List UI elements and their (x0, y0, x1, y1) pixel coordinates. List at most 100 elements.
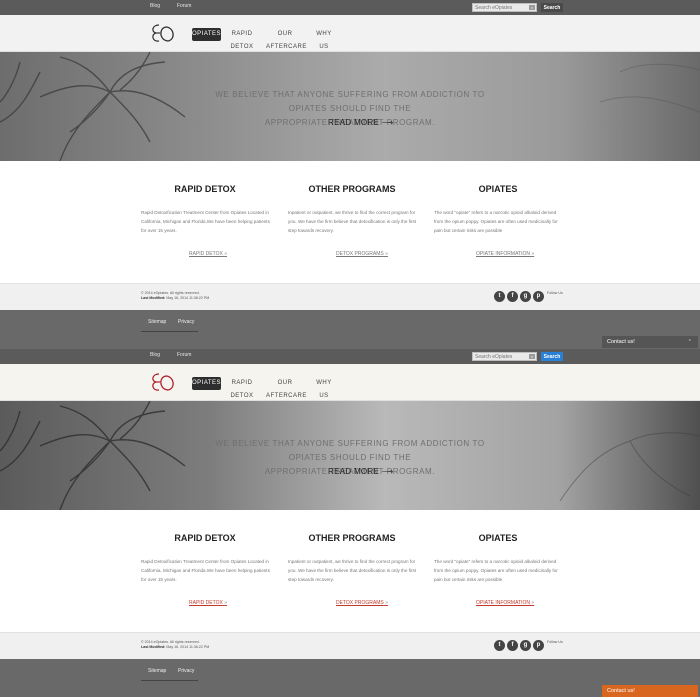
arrow-right-icon: ⟶ (381, 118, 394, 127)
search-button[interactable]: Search (541, 3, 563, 12)
contact-us-tab[interactable]: Contact us! ⌃ (602, 336, 698, 348)
column-title: OPIATES (478, 184, 518, 194)
copyright-block: © 2014 eOpiates. All rights reserved. La… (141, 291, 209, 301)
hero-banner: WE BELIEVE THAT ANYONE SUFFERING FROM AD… (0, 401, 700, 510)
double-chevron-icon: » (531, 251, 535, 257)
search-box: × (472, 352, 537, 361)
column-body: The word "opiate" refers to a narcotic o… (434, 559, 558, 582)
main-navbar: OPIATES RAPID DETOX OUR AFTERCARE WHY US (0, 364, 700, 401)
eopiates-logo[interactable] (150, 370, 176, 394)
read-more-link[interactable]: READ MORE ⟶ (328, 467, 393, 476)
last-modified-label: Last Modified: (141, 296, 166, 300)
follow-us-label: Follow Us (547, 640, 563, 644)
read-more-label: READ MORE (328, 118, 380, 127)
nav-why-us[interactable]: WHY US (313, 377, 335, 399)
site-footer: © 2014 eOpiates. All rights reserved. La… (0, 632, 700, 659)
clear-search-icon[interactable]: × (529, 354, 535, 359)
last-modified: Last Modified: May 16, 2014 11:36:22 PM (141, 296, 209, 301)
bottom-bar: Sitemap Privacy (0, 310, 700, 348)
divider (141, 331, 198, 332)
detox-programs-link[interactable]: DETOX PROGRAMS » (336, 251, 388, 257)
privacy-link[interactable]: Privacy (178, 319, 194, 325)
sitemap-link[interactable]: Sitemap (148, 668, 166, 674)
screenshot-hover-state: Blog Forum × Search OPIATES RAPID DETOX … (0, 349, 700, 697)
last-modified-label: Last Modified: (141, 645, 166, 649)
nav-rapid-detox[interactable]: RAPID DETOX (226, 28, 258, 50)
double-chevron-icon: » (531, 600, 535, 606)
forum-link[interactable]: Forum (177, 3, 191, 9)
read-more-label: READ MORE (328, 467, 380, 476)
search-input[interactable] (475, 353, 527, 360)
chevron-up-icon: ⌃ (687, 339, 692, 345)
follow-us-label: Follow Us (547, 291, 563, 295)
link-label: DETOX PROGRAMS (336, 251, 384, 257)
last-modified-value: May 16, 2014 11:36:22 PM (166, 645, 210, 649)
forum-link[interactable]: Forum (177, 352, 191, 358)
column-title: RAPID DETOX (174, 184, 236, 194)
link-label: RAPID DETOX (189, 251, 223, 257)
column-title: RAPID DETOX (174, 533, 236, 543)
sitemap-link[interactable]: Sitemap (148, 319, 166, 325)
screenshot-default-state: Blog Forum × Search OPIATES RAPID DETOX … (0, 0, 700, 348)
nav-opiates[interactable]: OPIATES (192, 28, 221, 41)
double-chevron-icon: » (224, 251, 227, 257)
last-modified: Last Modified: May 16, 2014 11:36:22 PM (141, 645, 209, 650)
column-title: OTHER PROGRAMS (308, 533, 396, 543)
facebook-icon[interactable]: f (507, 291, 518, 302)
copyright-block: © 2014 eOpiates. All rights reserved. La… (141, 640, 209, 650)
link-label: DETOX PROGRAMS (336, 600, 384, 606)
facebook-icon[interactable]: f (507, 640, 518, 651)
nav-rapid-detox[interactable]: RAPID DETOX (226, 377, 258, 399)
eopiates-logo[interactable] (150, 21, 176, 45)
clear-search-icon[interactable]: × (529, 5, 535, 10)
hero-line-1: WE BELIEVE THAT ANYONE SUFFERING FROM AD… (215, 439, 485, 462)
column-title: OTHER PROGRAMS (308, 184, 396, 194)
rapid-detox-link[interactable]: RAPID DETOX » (189, 251, 227, 257)
contact-us-tab[interactable]: Contact us! (602, 685, 698, 697)
top-utility-bar: Blog Forum × Search (0, 0, 700, 15)
link-label: OPIATE INFORMATION (476, 251, 530, 257)
contact-us-label: Contact us! (607, 339, 635, 345)
tumblr-icon[interactable]: t (494, 291, 505, 302)
hero-banner: WE BELIEVE THAT ANYONE SUFFERING FROM AD… (0, 52, 700, 161)
double-chevron-icon: » (385, 251, 388, 257)
hero-line-1: WE BELIEVE THAT ANYONE SUFFERING FROM AD… (215, 90, 485, 113)
blog-link[interactable]: Blog (150, 3, 160, 9)
detox-programs-link[interactable]: DETOX PROGRAMS » (336, 600, 388, 606)
search-button[interactable]: Search (541, 352, 563, 361)
read-more-link[interactable]: READ MORE ⟶ (328, 118, 393, 127)
link-label: RAPID DETOX (189, 600, 223, 606)
nav-opiates[interactable]: OPIATES (192, 377, 221, 390)
arrow-right-icon: ⟶ (381, 467, 394, 476)
column-body: Inpatient or outpatient, we thrive to fi… (288, 210, 417, 233)
nav-our-aftercare[interactable]: OUR AFTERCARE (266, 28, 306, 50)
content-columns: RAPID DETOX Rapid Detoxification Treatme… (0, 510, 700, 632)
search-box: × (472, 3, 537, 12)
main-navbar: OPIATES RAPID DETOX OUR AFTERCARE WHY US (0, 15, 700, 52)
double-chevron-icon: » (224, 600, 227, 606)
google-plus-icon[interactable]: g (520, 640, 531, 651)
column-body: Rapid Detoxification Treatment Center fr… (141, 559, 270, 582)
nav-why-us[interactable]: WHY US (313, 28, 335, 50)
opiate-information-link[interactable]: OPIATE INFORMATION » (476, 600, 534, 606)
double-chevron-icon: » (385, 600, 388, 606)
pinterest-icon[interactable]: p (533, 640, 544, 651)
column-body: Inpatient or outpatient, we thrive to fi… (288, 559, 417, 582)
divider (141, 680, 198, 681)
tumblr-icon[interactable]: t (494, 640, 505, 651)
column-body: Rapid Detoxification Treatment Center fr… (141, 210, 270, 233)
nav-our-aftercare[interactable]: OUR AFTERCARE (266, 377, 306, 399)
rapid-detox-link[interactable]: RAPID DETOX » (189, 600, 227, 606)
privacy-link[interactable]: Privacy (178, 668, 194, 674)
search-input[interactable] (475, 4, 527, 11)
content-columns: RAPID DETOX Rapid Detoxification Treatme… (0, 161, 700, 283)
link-label: OPIATE INFORMATION (476, 600, 530, 606)
site-footer: © 2014 eOpiates. All rights reserved. La… (0, 283, 700, 310)
column-body: The word "opiate" refers to a narcotic o… (434, 210, 558, 233)
pinterest-icon[interactable]: p (533, 291, 544, 302)
opiate-information-link[interactable]: OPIATE INFORMATION » (476, 251, 534, 257)
blog-link[interactable]: Blog (150, 352, 160, 358)
bottom-bar: Sitemap Privacy (0, 659, 700, 697)
contact-us-label: Contact us! (607, 688, 635, 694)
google-plus-icon[interactable]: g (520, 291, 531, 302)
